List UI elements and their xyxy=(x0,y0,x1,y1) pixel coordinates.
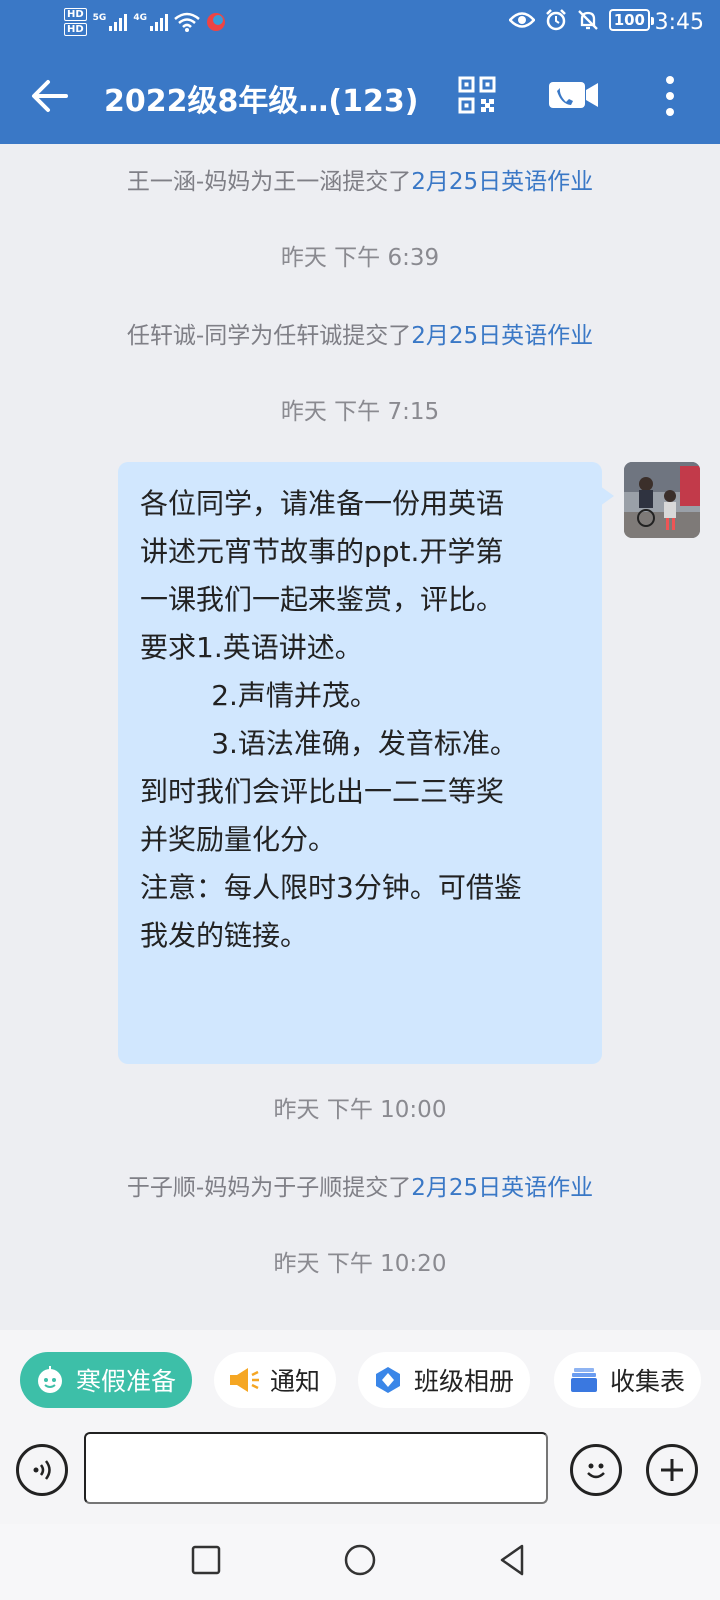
video-call-icon[interactable] xyxy=(548,78,600,112)
eye-comfort-icon xyxy=(508,12,535,28)
battery-indicator: 100 xyxy=(608,9,655,31)
message-input[interactable] xyxy=(84,1432,548,1504)
notice-text: 任轩诚-同学为任轩诚提交了 xyxy=(126,323,412,349)
clock: 3:45 xyxy=(654,10,704,35)
back-arrow-icon[interactable] xyxy=(26,72,74,120)
message-line: 到时我们会评比出一二三等奖 xyxy=(140,775,505,808)
voice-icon xyxy=(33,1460,51,1480)
timestamp: 昨天 下午 7:15 xyxy=(280,399,440,425)
top-bar: HD HD 5G 4G 100 3:45 2022级8年级…(123) xyxy=(0,0,720,144)
submission-notice: 王一涵-妈妈为王一涵提交了2月25日英语作业 xyxy=(0,162,720,196)
sender-avatar[interactable] xyxy=(624,462,700,538)
homework-link[interactable]: 2月25日英语作业 xyxy=(411,169,593,195)
homework-link[interactable]: 2月25日英语作业 xyxy=(411,1175,593,1201)
hd-badges: HD HD xyxy=(64,8,87,36)
album-icon xyxy=(372,1364,404,1396)
message-line: 要求1.英语讲述。 xyxy=(140,631,363,664)
chip-label: 通知 xyxy=(270,1367,321,1396)
notice-text: 于子顺-妈妈为于子顺提交了 xyxy=(126,1175,412,1201)
app-bar: 2022级8年级…(123) xyxy=(0,52,720,144)
message-line: 我发的链接。 xyxy=(140,919,309,952)
notice-button[interactable]: 通知 xyxy=(214,1352,337,1408)
message-line: 并奖励量化分。 xyxy=(140,823,337,856)
plus-icon xyxy=(661,1459,683,1481)
form-stack-icon xyxy=(568,1364,600,1396)
voice-input-button[interactable] xyxy=(16,1444,68,1496)
winter-prep-button[interactable]: 寒假准备 xyxy=(20,1352,193,1408)
hd-badge: HD xyxy=(64,8,87,21)
chip-label: 收集表 xyxy=(610,1367,686,1396)
assistant-bot-icon xyxy=(34,1364,66,1396)
network-4g-label: 4G xyxy=(133,13,147,23)
chat-title[interactable]: 2022级8年级…(123) xyxy=(104,76,418,120)
chip-label: 班级相册 xyxy=(414,1367,515,1396)
app-notification-icon xyxy=(206,13,225,31)
add-attachment-button[interactable] xyxy=(646,1444,698,1496)
system-nav-bar xyxy=(0,1524,720,1600)
qr-code-icon[interactable] xyxy=(458,76,496,114)
message-line: 讲述元宵节故事的ppt.开学第 xyxy=(140,535,504,568)
message-line: 一课我们一起来鉴赏，评比。 xyxy=(140,583,505,616)
timestamp: 昨天 下午 6:39 xyxy=(280,245,440,271)
signal-4g-icon: 4G xyxy=(133,13,168,31)
class-album-button[interactable]: 班级相册 xyxy=(358,1352,531,1408)
message-line: 各位同学，请准备一份用英语 xyxy=(140,487,505,520)
more-options-icon[interactable] xyxy=(660,72,680,120)
submission-notice: 于子顺-妈妈为于子顺提交了2月25日英语作业 xyxy=(0,1168,720,1202)
network-5g-label: 5G xyxy=(92,13,107,23)
timestamp: 昨天 下午 10:00 xyxy=(273,1097,447,1123)
recents-square-icon[interactable] xyxy=(186,1540,226,1580)
quick-action-bar: 寒假准备 通知 班级相册 收集表 xyxy=(0,1330,720,1420)
chat-area[interactable]: 王一涵-妈妈为王一涵提交了2月25日英语作业 昨天 下午 6:39 任轩诚-同学… xyxy=(0,144,720,1330)
timestamp: 昨天 下午 10:20 xyxy=(273,1251,447,1277)
status-right: 100 xyxy=(508,9,655,31)
smiley-icon xyxy=(587,1463,605,1479)
hd-badge: HD xyxy=(64,23,87,36)
status-left: HD HD 5G 4G xyxy=(64,8,226,36)
wifi-icon xyxy=(174,12,200,32)
collection-form-button[interactable]: 收集表 xyxy=(554,1352,702,1408)
notice-text: 王一涵-妈妈为王一涵提交了 xyxy=(126,169,412,195)
composer xyxy=(0,1420,720,1524)
message-bubble[interactable]: 各位同学，请准备一份用英语 讲述元宵节故事的ppt.开学第 一课我们一起来鉴赏，… xyxy=(118,462,614,1064)
submission-notice: 任轩诚-同学为任轩诚提交了2月25日英语作业 xyxy=(0,316,720,350)
message-line: 注意：每人限时3分钟。可借鉴 xyxy=(140,871,522,904)
home-circle-icon[interactable] xyxy=(340,1540,380,1580)
alarm-icon xyxy=(545,9,566,31)
emoji-button[interactable] xyxy=(570,1444,622,1496)
signal-5g-icon: 5G xyxy=(93,13,128,31)
chip-label: 寒假准备 xyxy=(76,1367,177,1396)
homework-link[interactable]: 2月25日英语作业 xyxy=(411,323,593,349)
back-triangle-icon[interactable] xyxy=(492,1540,532,1580)
message-line: 2.声情并茂。 xyxy=(140,679,378,712)
megaphone-icon xyxy=(228,1364,260,1396)
message-line: 3.语法准确，发音标准。 xyxy=(140,727,518,760)
status-bar: HD HD 5G 4G 100 3:45 xyxy=(0,0,720,50)
mute-bell-icon xyxy=(577,10,598,30)
